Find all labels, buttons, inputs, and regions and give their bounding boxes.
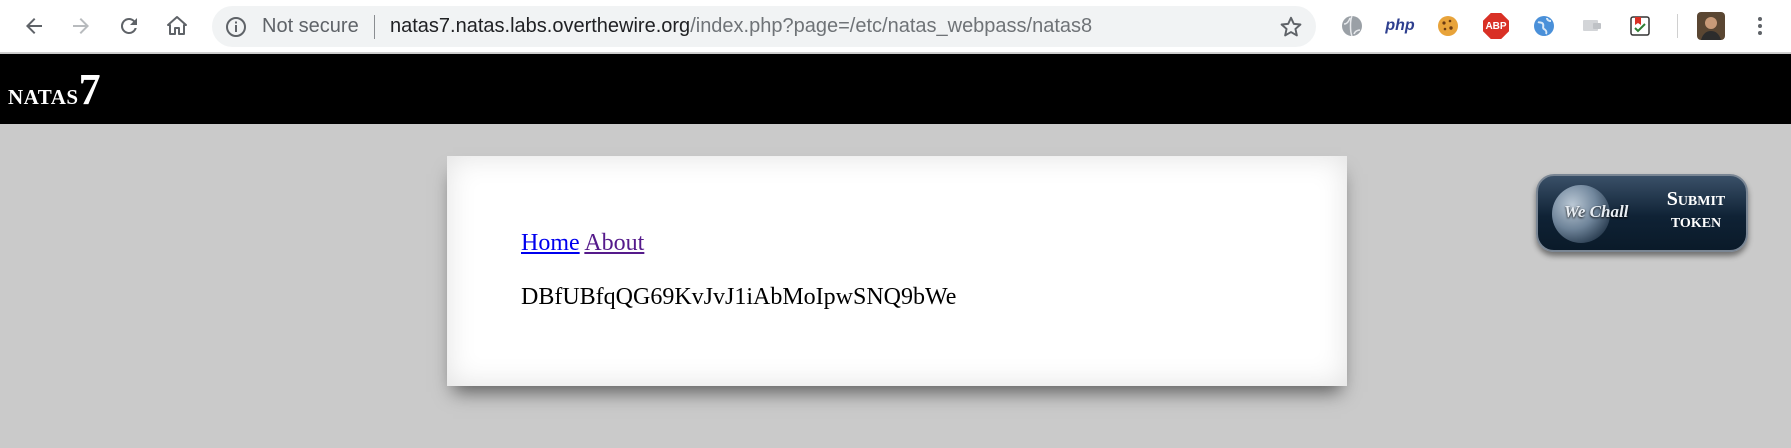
logo-text: natas (8, 78, 79, 111)
globe-icon (1342, 15, 1362, 37)
password-text: DBfUBfqQG69KvJvJ1iAbMoIpwSNQ9bWe (521, 284, 957, 310)
forward-button[interactable] (63, 8, 99, 44)
about-link[interactable]: About (584, 230, 644, 256)
cookie-extension[interactable] (1434, 12, 1462, 40)
wechall-cta-line2: token (1670, 210, 1722, 232)
php-extension[interactable]: php (1385, 12, 1414, 40)
browser-toolbar: Not secure natas7.natas.labs.overthewire… (0, 0, 1791, 53)
url-path: /index.php?page=/etc/natas_webpass/natas… (690, 15, 1093, 37)
home-icon (167, 16, 187, 35)
info-icon[interactable] (224, 15, 248, 39)
content-card: Home About DBfUBfqQG69KvJvJ1iAbMoIpwSNQ9… (447, 156, 1347, 386)
adblock-plus-extension[interactable]: ABP (1482, 12, 1510, 40)
screen-extension[interactable] (1578, 12, 1606, 40)
avatar-icon (1697, 12, 1725, 40)
abp-badge: ABP (1483, 13, 1509, 39)
star-icon[interactable] (1278, 14, 1304, 40)
home-button[interactable] (159, 8, 195, 44)
wechall-cta: Submit token (1650, 188, 1742, 232)
toolbar-divider (1677, 14, 1678, 38)
logo-number: 7 (78, 65, 101, 114)
url-host: natas7.natas.labs.overthewire.org (390, 15, 691, 37)
site-header: natas7 (0, 54, 1791, 124)
site-logo: natas7 (8, 64, 101, 115)
url-text[interactable]: natas7.natas.labs.overthewire.org/index.… (390, 15, 1092, 38)
globe-extension[interactable] (1338, 12, 1366, 40)
profile-avatar[interactable] (1697, 12, 1725, 40)
security-label[interactable]: Not secure (262, 15, 359, 38)
reload-button[interactable] (111, 8, 147, 44)
arrow-left-icon (26, 18, 42, 34)
world-extension[interactable] (1530, 12, 1558, 40)
home-link[interactable]: Home (521, 230, 580, 256)
address-divider (374, 15, 375, 39)
page-nav: Home About (521, 230, 644, 257)
wechall-cta-line1: Submit (1666, 188, 1726, 210)
more-vert-icon (1758, 17, 1762, 35)
wechall-brand: We Chall (1564, 202, 1629, 221)
address-bar[interactable]: Not secure natas7.natas.labs.overthewire… (212, 6, 1316, 47)
screen-icon (1583, 20, 1601, 31)
wechall-submit-token-button[interactable]: We Chall Submit token (1536, 174, 1748, 252)
bookmark-icon (1630, 16, 1650, 36)
world-icon (1534, 16, 1554, 36)
arrow-right-icon (73, 18, 89, 34)
menu-button[interactable] (1742, 8, 1778, 44)
cookie-icon (1438, 16, 1458, 36)
reload-icon (120, 17, 137, 34)
back-button[interactable] (16, 8, 52, 44)
bookmark-extension[interactable] (1626, 12, 1654, 40)
